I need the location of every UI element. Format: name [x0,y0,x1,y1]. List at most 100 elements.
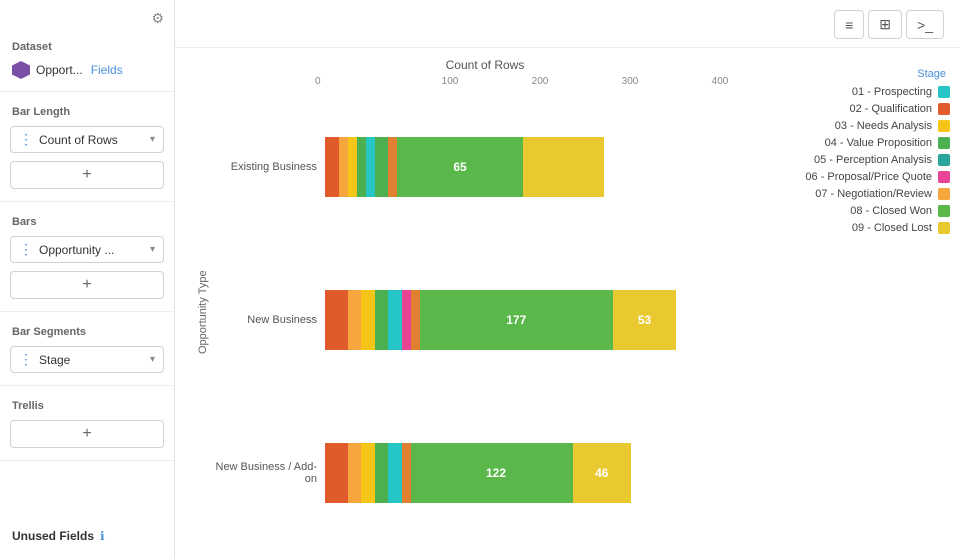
bar-length-add-button[interactable]: + [10,161,164,189]
legend-color-swatch [938,188,950,200]
bar-segment [357,137,366,197]
bar-segment [388,443,402,503]
legend-item-label: 07 - Negotiation/Review [785,188,932,200]
bar-segments-label: Bar Segments [0,320,174,342]
bar-row: New Business17753 [215,275,775,365]
bar-segment [361,290,375,350]
dataset-label: Dataset [0,35,174,57]
bar-length-value: Count of Rows [39,133,144,147]
bar-label: New Business [215,314,325,326]
legend-color-swatch [938,171,950,183]
legend-item-label: 01 - Prospecting [785,86,932,98]
dataset-fields-link[interactable]: Fields [91,63,123,77]
drag-icon-3: ⋮ [19,351,33,368]
dataset-hex-icon [12,61,30,79]
legend-item-label: 05 - Perception Analysis [785,154,932,166]
chevron-down-icon-2: ▾ [150,244,155,255]
legend-item-label: 09 - Closed Lost [785,222,932,234]
bar-label: New Business / Add-on [215,461,325,485]
dataset-row: Opport... Fields [0,57,174,83]
code-view-button[interactable]: >_ [906,10,944,39]
chevron-down-icon-3: ▾ [150,354,155,365]
legend-color-swatch [938,120,950,132]
bar-segment [325,137,339,197]
legend-item-label: 02 - Qualification [785,103,932,115]
bar-segment [411,290,420,350]
bar-segment [402,290,411,350]
legend-item: 01 - Prospecting [785,86,950,98]
bar-segment [325,290,348,350]
legend-item: 09 - Closed Lost [785,222,950,234]
x-tick: 200 [495,76,585,87]
chart-area: Count of Rows Opportunity Type 010020030… [175,48,960,559]
bar-segment: 53 [613,290,676,350]
x-tick: 300 [585,76,675,87]
chart-legend: Stage 01 - Prospecting 02 - Qualification… [775,58,950,549]
legend-color-swatch [938,222,950,234]
bar-segment [402,443,411,503]
bar-segments-dropdown[interactable]: ⋮ Stage ▾ [10,346,164,373]
gear-icon[interactable]: ⚙ [151,10,164,27]
bars-add-button[interactable]: + [10,271,164,299]
bar-track: 12246 [325,443,775,503]
legend-item-label: 06 - Proposal/Price Quote [785,171,932,183]
legend-item: 08 - Closed Won [785,205,950,217]
bars-value: Opportunity ... [39,243,144,257]
trellis-add-button[interactable]: + [10,420,164,448]
legend-color-swatch [938,137,950,149]
bars-label: Bars [0,210,174,232]
legend-item-label: 08 - Closed Won [785,205,932,217]
legend-color-swatch [938,103,950,115]
axes-and-bars: Opportunity Type 0100200300400 Existing … [195,76,775,549]
legend-item: 07 - Negotiation/Review [785,188,950,200]
bar-segments-value: Stage [39,353,144,367]
legend-title: Stage [785,68,950,80]
divider-5 [0,460,174,461]
bar-segment [375,290,389,350]
bar-segment: 65 [397,137,523,197]
bar-segment [388,137,397,197]
legend-item: 04 - Value Proposition [785,137,950,149]
bar-segment [375,137,389,197]
bar-segment [339,137,348,197]
legend-item-label: 04 - Value Proposition [785,137,932,149]
bar-segment: 122 [420,443,573,503]
grid-view-button[interactable]: ⊞ [868,10,902,39]
legend-color-swatch [938,86,950,98]
bar-length-label: Bar Length [0,100,174,122]
dataset-name[interactable]: Opport... [36,63,83,77]
trellis-label: Trellis [0,394,174,416]
bars-section: Existing Business65New Business17753New … [215,91,775,549]
bars-dropdown[interactable]: ⋮ Opportunity ... ▾ [10,236,164,263]
drag-icon-2: ⋮ [19,241,33,258]
sidebar-top-bar: ⚙ [0,10,174,35]
main-content: ≡ ⊞ >_ Count of Rows Opportunity Type 01… [175,0,960,559]
chart-inner: 0100200300400 Existing Business 65 New Bus… [215,76,775,549]
x-tick: 100 [405,76,495,87]
legend-item: 06 - Proposal/Price Quote [785,171,950,183]
bar-track: 17753 [325,290,775,350]
x-axis: 0100200300400 [315,76,775,87]
bar-label: Existing Business [215,161,325,173]
bar-length-dropdown[interactable]: ⋮ Count of Rows ▾ [10,126,164,153]
bar-track: 65 [325,137,775,197]
list-view-button[interactable]: ≡ [834,10,864,39]
bar-row: New Business / Add-on12246 [215,428,775,518]
chart-title: Count of Rows [195,58,775,72]
info-icon[interactable]: ℹ [100,529,105,543]
legend-item-label: 03 - Needs Analysis [785,120,932,132]
bar-segment [348,443,362,503]
legend-color-swatch [938,205,950,217]
divider-3 [0,311,174,312]
bar-row: Existing Business 65 [215,122,775,212]
x-tick: 0 [315,76,405,87]
bar-segment [375,443,389,503]
chevron-down-icon: ▾ [150,134,155,145]
bar-segment [411,443,420,503]
legend-items: 01 - Prospecting 02 - Qualification 03 - N… [785,86,950,234]
toolbar: ≡ ⊞ >_ [175,0,960,48]
x-tick: 400 [675,76,765,87]
bar-segment [523,137,604,197]
chart-container: Count of Rows Opportunity Type 010020030… [195,58,775,549]
y-axis-label: Opportunity Type [195,76,211,549]
